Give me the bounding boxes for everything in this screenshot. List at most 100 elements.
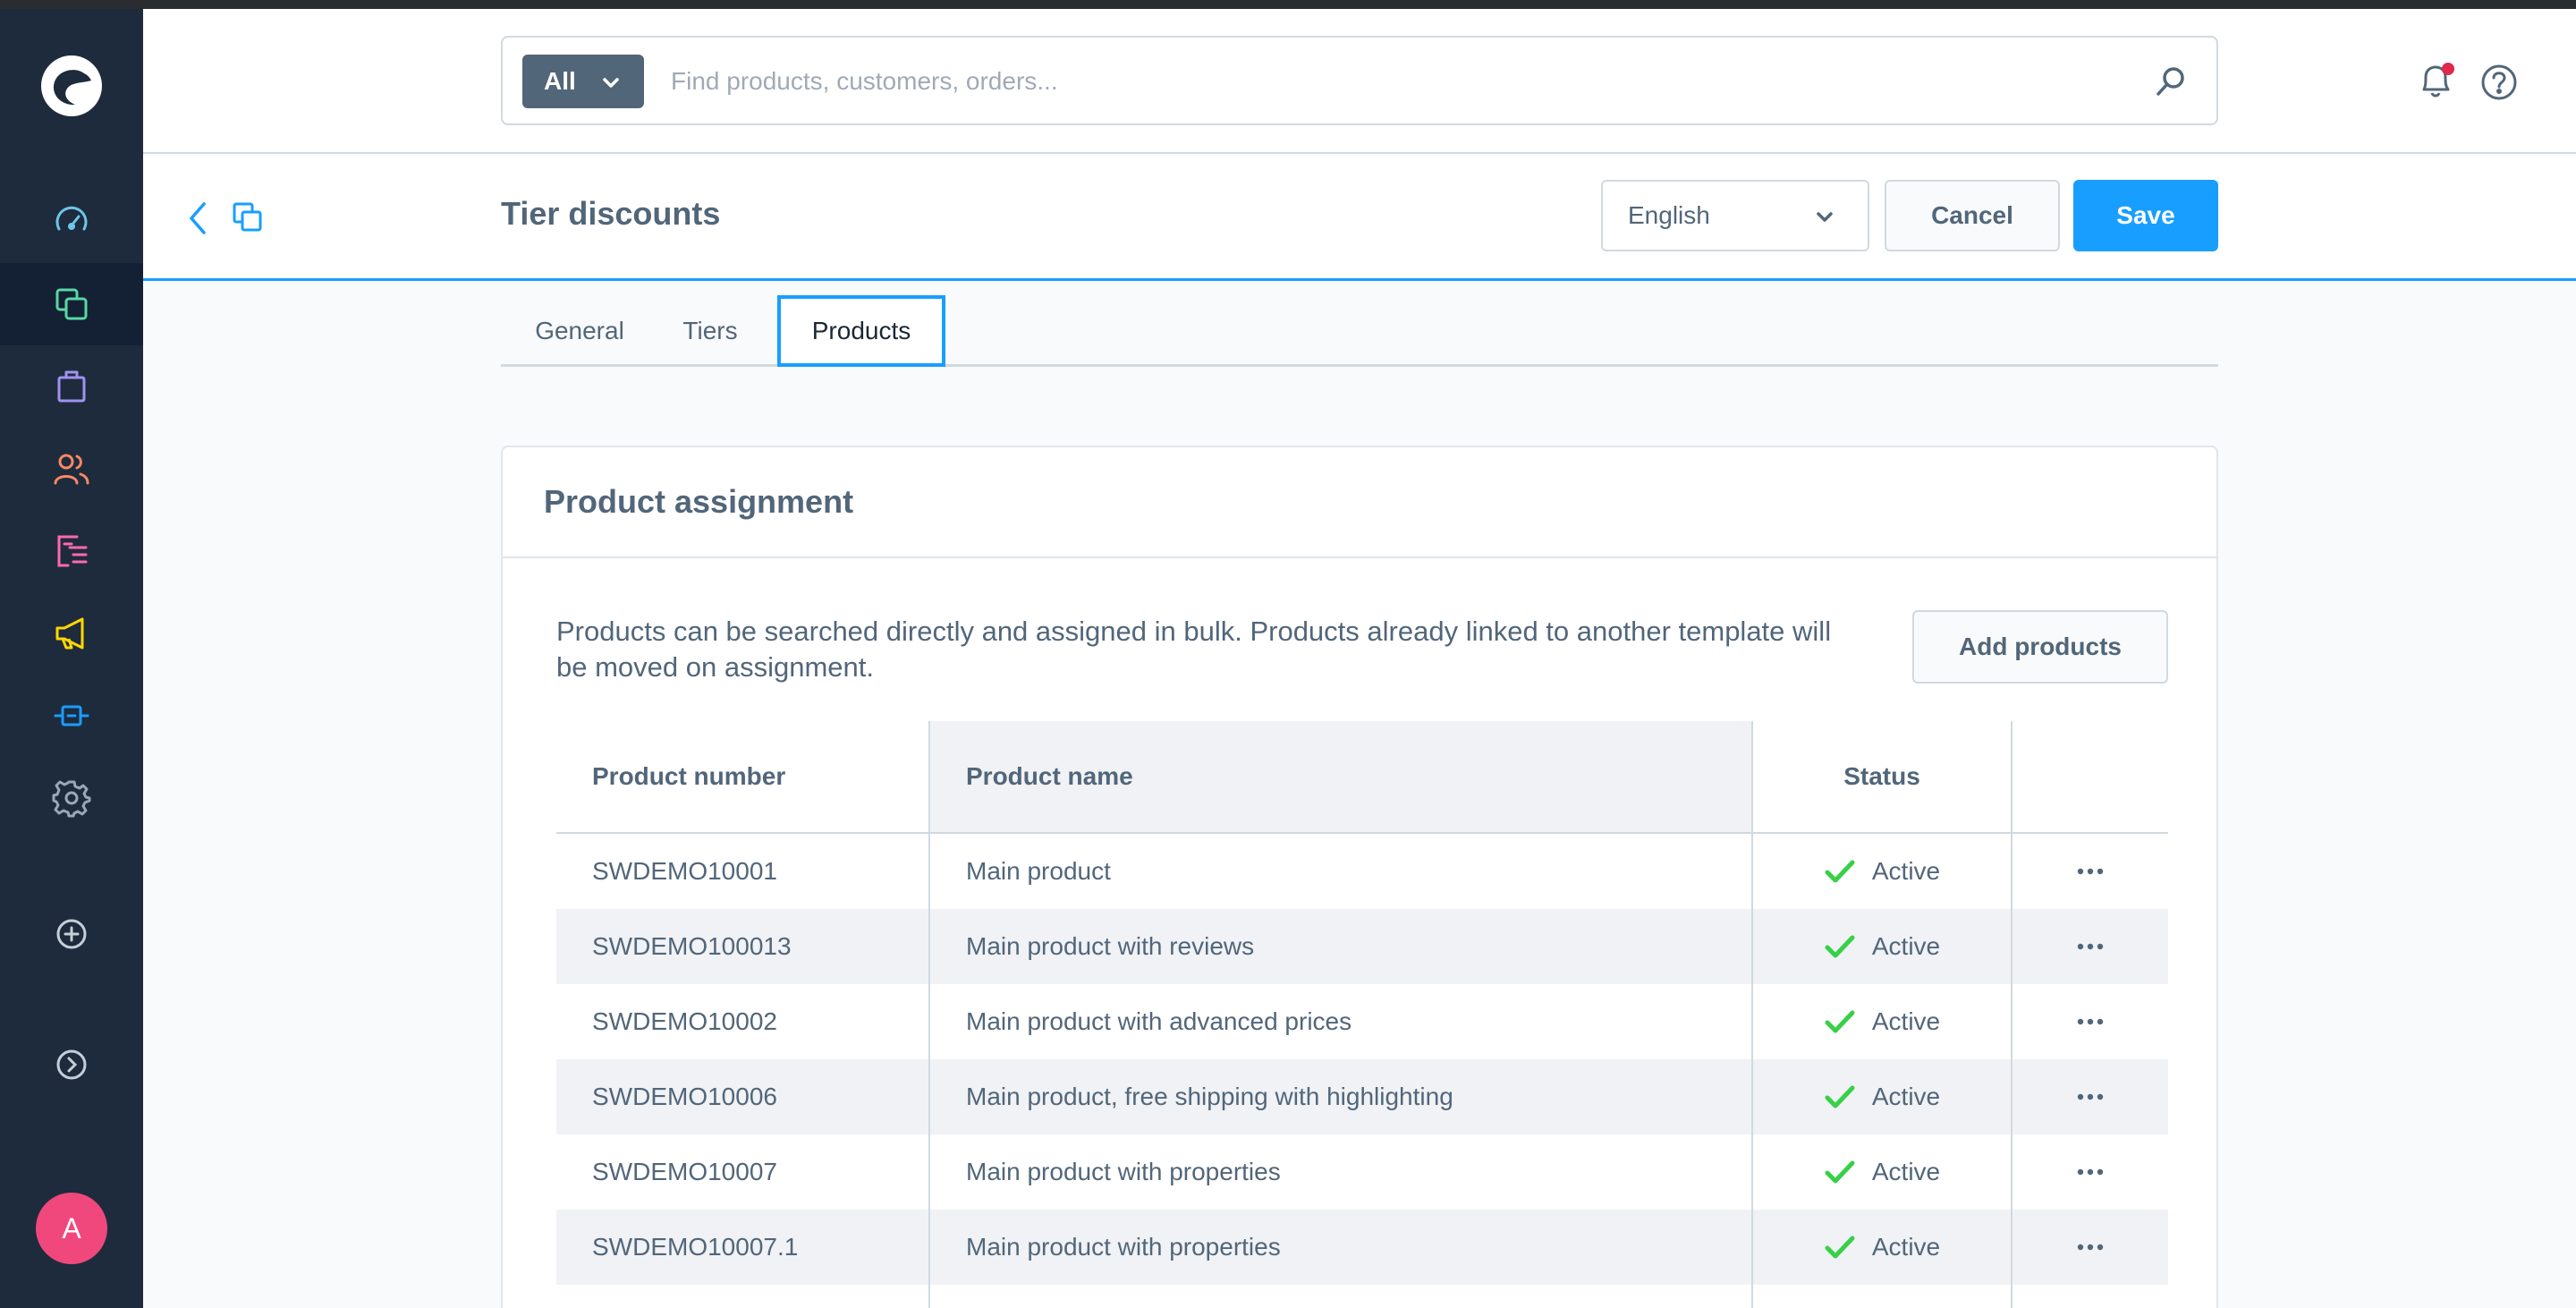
column-header-status[interactable]: Status: [1753, 721, 2011, 832]
cell-product-name[interactable]: Main product: [930, 834, 1751, 909]
more-horizontal-icon: [2077, 1168, 2104, 1176]
cell-status: Active: [1753, 1059, 2011, 1134]
chevron-down-icon: [603, 78, 619, 88]
plug-icon: [54, 705, 89, 726]
sidebar-item-catalogues[interactable]: [0, 263, 143, 345]
table-header: Product number Product name Status: [556, 721, 2168, 834]
smart-bar: Tier discounts English Cancel Save: [143, 156, 2576, 281]
sidebar-item-marketing[interactable]: [0, 592, 143, 675]
sidebar-item-extensions[interactable]: [0, 675, 143, 757]
app-frame: A All Tier discounts: [0, 9, 2576, 1308]
products-table: Product number Product name Status SWDEM…: [556, 721, 2168, 1308]
shopware-logo-icon[interactable]: [39, 54, 104, 118]
row-actions-button[interactable]: [2012, 1210, 2168, 1285]
back-arrow-icon[interactable]: [182, 200, 215, 236]
tab-tiers[interactable]: Tiers: [671, 295, 750, 367]
checkmark-icon: [1825, 935, 1855, 958]
shopping-bag-icon: [57, 370, 86, 403]
language-select-value: English: [1628, 201, 1710, 229]
search-type-label: All: [544, 67, 576, 95]
cell-status: Active: [1753, 909, 2011, 984]
cell-status: Active: [1753, 834, 2011, 909]
column-divider: [2011, 721, 2012, 1308]
checkmark-icon: [1825, 1085, 1855, 1108]
language-select[interactable]: English: [1601, 180, 1869, 251]
help-icon[interactable]: [2479, 63, 2519, 102]
plus-circle-icon: [56, 919, 87, 949]
checkmark-icon: [1825, 1236, 1855, 1259]
megaphone-icon: [55, 617, 84, 650]
sidebar-item-customers[interactable]: [0, 428, 143, 510]
cell-product-number: SWDEMO10001: [592, 857, 777, 885]
table-body: SWDEMO10001 Main product Active SWDEMO10001…: [556, 834, 2168, 1285]
cell-product-name[interactable]: Main product with reviews: [930, 909, 1751, 984]
table-row[interactable]: SWDEMO10006 Main product, free shipping w…: [556, 1059, 2168, 1134]
duplicate-icon[interactable]: [231, 200, 265, 234]
table-row[interactable]: SWDEMO10002 Main product with advanced pr…: [556, 984, 2168, 1059]
column-header-product-number[interactable]: Product number: [556, 721, 928, 832]
user-avatar[interactable]: A: [36, 1193, 107, 1264]
row-actions-button[interactable]: [2012, 1134, 2168, 1210]
tab-bar: General Tiers Products: [501, 295, 2218, 367]
catalogue-icon: [55, 288, 88, 320]
sidebar-item-content[interactable]: [0, 510, 143, 592]
cell-product-number: SWDEMO10007: [592, 1158, 777, 1185]
status-label: Active: [1871, 1007, 1941, 1035]
cell-status: Active: [1753, 1134, 2011, 1210]
cell-product-number: SWDEMO100013: [592, 932, 792, 960]
customers-icon: [54, 454, 89, 485]
search-icon[interactable]: [2154, 64, 2188, 98]
sidebar: A: [0, 9, 143, 1308]
cell-product-number: SWDEMO10006: [592, 1083, 777, 1110]
table-row[interactable]: SWDEMO10007 Main product with properties A…: [556, 1134, 2168, 1210]
search-type-dropdown[interactable]: All: [522, 55, 644, 108]
save-button[interactable]: Save: [2073, 180, 2218, 251]
cell-status: Active: [1753, 1210, 2011, 1285]
more-horizontal-icon: [2077, 1244, 2104, 1251]
cell-product-name[interactable]: Main product with properties: [930, 1210, 1751, 1285]
chevron-down-icon: [1817, 212, 1833, 222]
cell-product-name[interactable]: Main product with properties: [930, 1134, 1751, 1210]
search-input[interactable]: [671, 55, 2138, 107]
row-actions-button[interactable]: [2012, 834, 2168, 909]
cell-status: Active: [1753, 984, 2011, 1059]
sidebar-item-orders[interactable]: [0, 345, 143, 428]
cell-product-name[interactable]: Main product with advanced prices: [930, 984, 1751, 1059]
status-label: Active: [1871, 1158, 1941, 1185]
more-horizontal-icon: [2077, 943, 2104, 950]
row-actions-button[interactable]: [2012, 1059, 2168, 1134]
product-assignment-card: Product assignment Products can be searc…: [501, 446, 2218, 1308]
tab-general[interactable]: General: [526, 295, 633, 367]
checkmark-icon: [1825, 860, 1855, 883]
table-row[interactable]: SWDEMO10007.1 Main product with propertie…: [556, 1210, 2168, 1285]
more-horizontal-icon: [2077, 1018, 2104, 1025]
row-actions-button[interactable]: [2012, 984, 2168, 1059]
add-products-button[interactable]: Add products: [1912, 610, 2168, 684]
sidebar-expand-button[interactable]: [0, 1023, 143, 1106]
card-header: Product assignment: [503, 447, 2216, 558]
cell-product-number: SWDEMO10002: [592, 1007, 777, 1035]
top-header: All: [143, 9, 2576, 154]
card-title: Product assignment: [544, 483, 854, 520]
checkmark-icon: [1825, 1010, 1855, 1033]
column-header-product-name[interactable]: Product name: [930, 721, 1751, 832]
checkmark-icon: [1825, 1160, 1855, 1184]
page-title: Tier discounts: [501, 195, 721, 232]
window-top-strip: [0, 0, 2576, 9]
notification-dot: [2442, 63, 2454, 75]
card-description: Products can be searched directly and as…: [556, 616, 1832, 683]
column-divider: [1751, 721, 1753, 1308]
cell-product-name[interactable]: Main product, free shipping with highlig…: [930, 1059, 1751, 1134]
table-row[interactable]: SWDEMO100013 Main product with reviews Act…: [556, 909, 2168, 984]
table-row[interactable]: SWDEMO10001 Main product Active: [556, 834, 2168, 909]
sidebar-item-settings[interactable]: [0, 757, 143, 839]
tab-products[interactable]: Products: [777, 295, 945, 367]
dashboard-icon: [55, 206, 88, 231]
more-horizontal-icon: [2077, 1093, 2104, 1100]
sidebar-add-button[interactable]: [0, 893, 143, 975]
sidebar-item-dashboard[interactable]: [0, 181, 143, 263]
status-label: Active: [1871, 932, 1941, 960]
global-search: All: [501, 36, 2218, 125]
row-actions-button[interactable]: [2012, 909, 2168, 984]
cancel-button[interactable]: Cancel: [1885, 180, 2060, 251]
